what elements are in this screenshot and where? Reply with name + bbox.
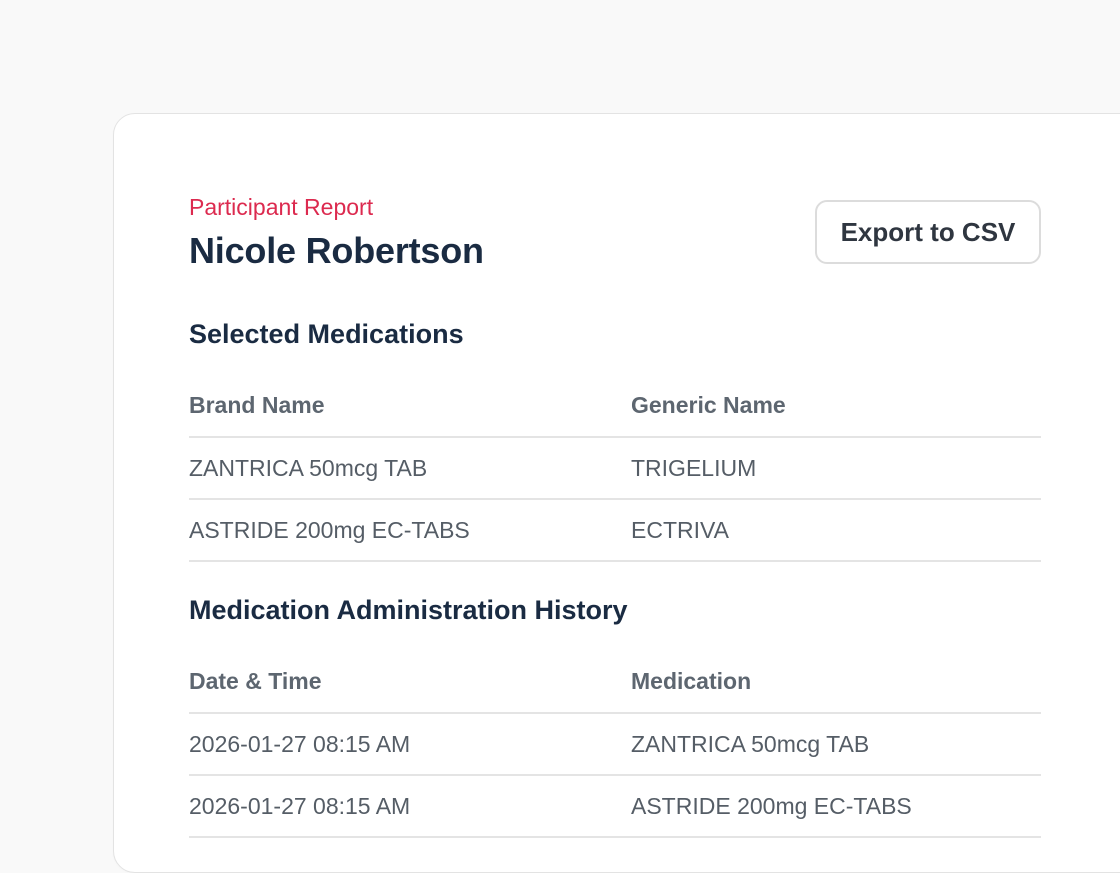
column-header-date-time: Date & Time — [189, 668, 322, 694]
participant-name: Nicole Robertson — [189, 230, 484, 271]
administration-history-title: Medication Administration History — [189, 595, 628, 625]
report-card: Participant Report Nicole Robertson Expo… — [113, 113, 1120, 873]
selected-medications-body: ZANTRICA 50mcg TAB TRIGELIUM ASTRIDE 200… — [189, 376, 1041, 562]
medication-cell: ZANTRICA 50mcg TAB — [631, 731, 870, 757]
generic-name-cell: TRIGELIUM — [631, 455, 757, 481]
table-row: ASTRIDE 200mg EC-TABS ECTRIVA — [189, 500, 1041, 562]
column-header-medication: Medication — [631, 668, 752, 694]
brand-name-cell: ZANTRICA 50mcg TAB — [189, 455, 428, 481]
date-time-cell: 2026-01-27 08:15 AM — [189, 731, 411, 757]
administration-history-table: Date & Time Medication 2026-01-27 08:15 … — [189, 652, 1041, 838]
generic-name-cell: ECTRIVA — [631, 517, 729, 543]
brand-name-cell: ASTRIDE 200mg EC-TABS — [189, 517, 470, 543]
table-row: 2026-01-27 08:15 AM ASTRIDE 200mg EC-TAB… — [189, 776, 1041, 838]
table-row: ZANTRICA 50mcg TAB TRIGELIUM — [189, 438, 1041, 500]
table-row: 2026-01-27 08:15 AM ZANTRICA 50mcg TAB — [189, 714, 1041, 776]
medication-cell: ASTRIDE 200mg EC-TABS — [631, 793, 912, 819]
selected-medications-title: Selected Medications — [189, 319, 464, 349]
export-csv-button[interactable]: Export to CSV — [815, 200, 1041, 264]
report-eyebrow: Participant Report — [189, 194, 374, 220]
table-header-spacer — [189, 376, 1041, 438]
date-time-cell: 2026-01-27 08:15 AM — [189, 793, 411, 819]
table-header: Date & Time Medication — [189, 652, 1041, 714]
